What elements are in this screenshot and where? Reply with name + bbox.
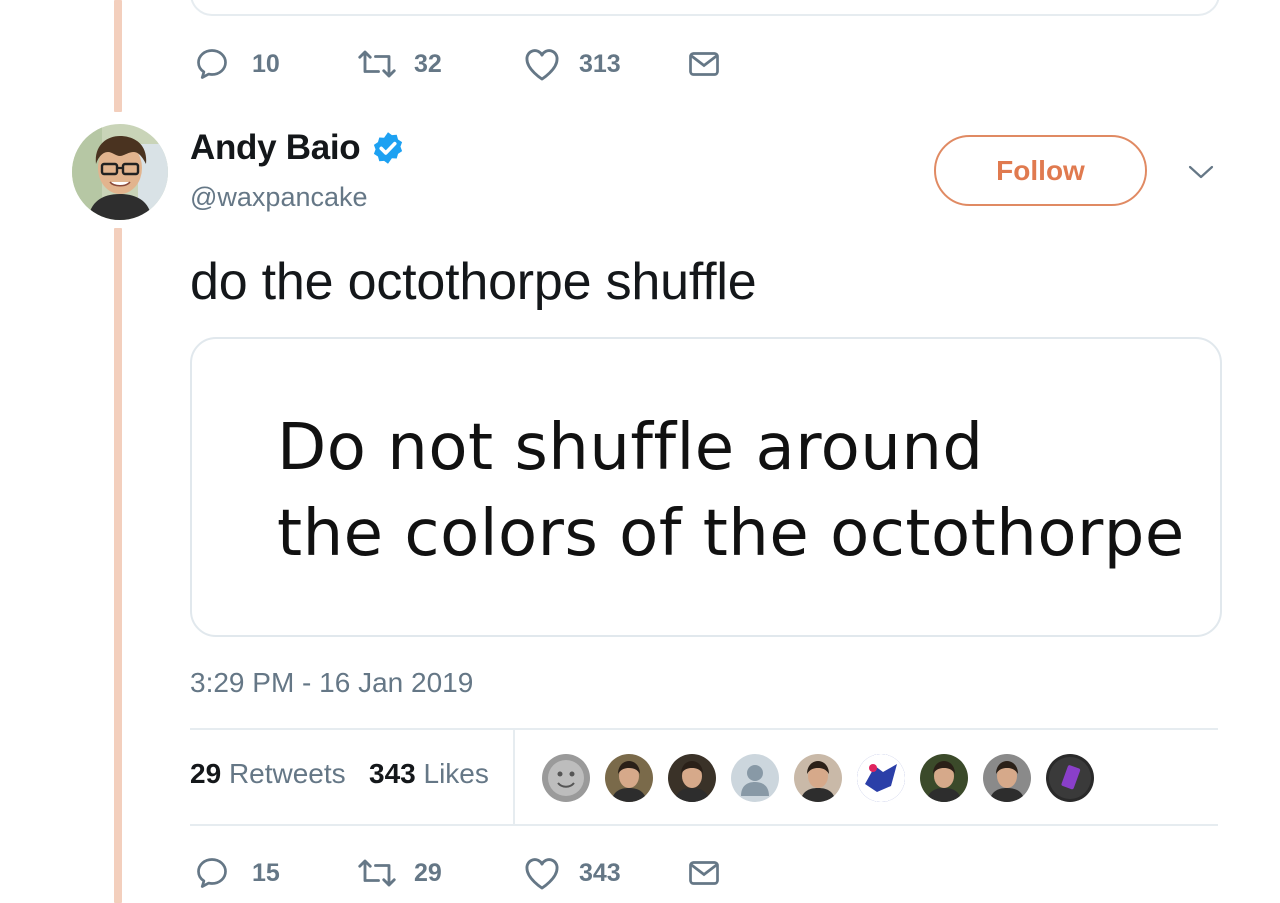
envelope-icon xyxy=(689,861,719,885)
card-text-line-1: Do not shuffle around xyxy=(277,411,984,485)
verified-badge-icon xyxy=(374,132,403,164)
avatar-man-glasses-icon xyxy=(794,754,842,802)
avatar-phone-logo-icon xyxy=(1046,754,1094,802)
like-button[interactable]: 313 xyxy=(523,44,621,84)
stats-vertical-divider xyxy=(513,730,515,824)
card-text-line-2: the colors of the octothorpe xyxy=(277,497,1185,571)
retweets-stat[interactable]: 29 Retweets xyxy=(190,758,346,789)
avatar-man-brown-icon xyxy=(605,754,653,802)
liker-avatar[interactable] xyxy=(666,752,718,804)
author-photo-icon xyxy=(72,124,168,220)
likes-count: 343 xyxy=(369,758,416,789)
author-avatar[interactable] xyxy=(72,124,168,220)
retweet-icon xyxy=(358,859,396,887)
author-name-row[interactable]: Andy Baio xyxy=(190,128,406,168)
avatar-moon-face-icon xyxy=(542,754,590,802)
direct-message-button[interactable] xyxy=(686,44,722,84)
like-count: 313 xyxy=(579,49,621,78)
author-handle[interactable]: @waxpancake xyxy=(190,182,368,213)
tweet-text: do the octothorpe shuffle xyxy=(190,253,757,311)
follow-button[interactable]: Follow xyxy=(934,135,1147,206)
liker-avatar[interactable] xyxy=(729,752,781,804)
direct-message-button[interactable] xyxy=(686,853,722,893)
liker-avatar[interactable] xyxy=(603,752,655,804)
avatar-blue-logo-icon xyxy=(857,754,905,802)
stats-divider-bottom xyxy=(190,824,1218,826)
reply-icon xyxy=(197,49,227,79)
retweets-count: 29 xyxy=(190,758,222,789)
chevron-down-icon[interactable] xyxy=(1188,162,1214,182)
liker-avatar[interactable] xyxy=(1044,752,1096,804)
tweet-stats: 29 Retweets 343 Likes xyxy=(190,758,489,790)
tweet-timestamp[interactable]: 3:29 PM - 16 Jan 2019 xyxy=(190,667,473,699)
retweet-count: 29 xyxy=(414,858,442,887)
liker-avatars xyxy=(540,752,1107,804)
previous-tweet-card[interactable] xyxy=(190,0,1220,16)
like-count: 343 xyxy=(579,858,621,887)
liker-avatar[interactable] xyxy=(792,752,844,804)
liker-avatar[interactable] xyxy=(918,752,970,804)
thread-line-bottom xyxy=(114,228,122,903)
avatar-man-light-icon xyxy=(983,754,1031,802)
likes-label: Likes xyxy=(423,758,489,789)
previous-tweet-actions: 10 32 313 xyxy=(190,44,730,84)
author-name[interactable]: Andy Baio xyxy=(190,128,361,168)
reply-count: 15 xyxy=(252,858,280,887)
liker-avatar[interactable] xyxy=(540,752,592,804)
retweets-label: Retweets xyxy=(228,758,346,789)
heart-icon xyxy=(525,858,559,890)
reply-button[interactable]: 15 xyxy=(194,853,280,893)
thread-line-top xyxy=(114,0,122,112)
like-button[interactable]: 343 xyxy=(523,853,621,893)
stats-divider-top xyxy=(190,728,1218,730)
envelope-icon xyxy=(689,52,719,76)
liker-avatar[interactable] xyxy=(981,752,1033,804)
liker-avatar[interactable] xyxy=(855,752,907,804)
retweet-button[interactable]: 32 xyxy=(356,44,442,84)
avatar-default-silhouette-icon xyxy=(731,754,779,802)
reply-count: 10 xyxy=(252,49,280,78)
tweet-actions: 15 29 343 xyxy=(190,853,730,893)
reply-button[interactable]: 10 xyxy=(194,44,280,84)
retweet-icon xyxy=(358,50,396,78)
tweet-media-card[interactable]: Do not shuffle around the colors of the … xyxy=(190,337,1222,637)
retweet-button[interactable]: 29 xyxy=(356,853,442,893)
avatar-man-beard-icon xyxy=(920,754,968,802)
likes-stat[interactable]: 343 Likes xyxy=(369,758,489,789)
reply-icon xyxy=(197,858,227,888)
avatar-dark-portrait-icon xyxy=(668,754,716,802)
heart-icon xyxy=(525,49,559,81)
retweet-count: 32 xyxy=(414,49,442,78)
